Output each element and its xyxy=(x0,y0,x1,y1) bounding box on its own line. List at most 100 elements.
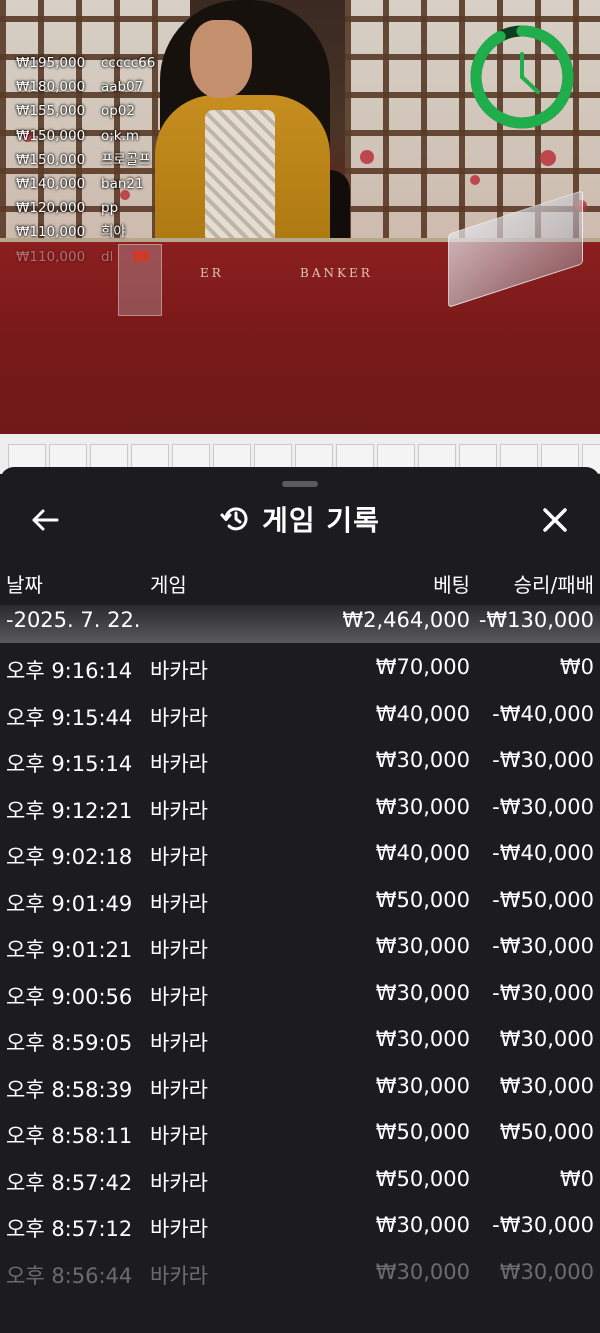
round-game: 바카라 xyxy=(150,1124,208,1148)
column-header-date: 날짜 xyxy=(6,573,43,597)
round-bet: ₩30,000 xyxy=(375,1073,470,1098)
round-time: 오후 9:00:56 xyxy=(6,984,133,1009)
round-bet: ₩30,000 xyxy=(375,794,470,819)
round-bet: ₩30,000 xyxy=(375,748,470,772)
history-clock-icon xyxy=(220,507,248,531)
winner-username: 프로골프 xyxy=(101,151,151,168)
round-result: ₩0 xyxy=(559,655,594,679)
round-bet: ₩50,000 xyxy=(375,1166,470,1191)
round-game: 바카라 xyxy=(150,891,208,916)
history-row[interactable]: 오후 9:01:21 바카라 ₩30,000 -₩30,000 xyxy=(0,924,600,971)
round-game: 바카라 xyxy=(150,1263,208,1288)
round-game: 바카라 xyxy=(150,798,208,823)
round-result: -₩30,000 xyxy=(492,794,594,819)
round-time: 오후 9:15:44 xyxy=(6,705,133,730)
winner-username: ccccc66 xyxy=(101,55,156,71)
round-bet: ₩30,000 xyxy=(375,1027,470,1051)
dealer-face xyxy=(190,20,252,98)
winner-row: ₩110,000 dl xyxy=(16,245,155,269)
winner-username: dl xyxy=(101,248,114,265)
sheet-header: 게임 기록 xyxy=(0,495,600,543)
history-row[interactable]: 오후 8:57:12 바카라 ₩30,000 -₩30,000 xyxy=(0,1203,600,1250)
date-summary-row[interactable]: -2025. 7. 22. ₩2,464,000 -₩130,000 xyxy=(0,605,600,643)
winner-row: ₩155,000 op02 xyxy=(16,99,155,123)
history-row[interactable]: 오후 8:58:39 바카라 ₩30,000 ₩30,000 xyxy=(0,1064,600,1111)
winners-list: ₩195,000 ccccc66 ₩180,000 aab07 ₩155,000 op02… xyxy=(16,51,155,269)
history-row[interactable]: 오후 9:00:56 바카라 ₩30,000 -₩30,000 xyxy=(0,971,600,1018)
close-button[interactable] xyxy=(536,501,574,539)
summary-bet-total: ₩2,464,000 xyxy=(342,608,470,632)
live-video[interactable]: ER BANKER ₩195,000 ccccc66 ₩180,000 aab07 ₩1… xyxy=(0,0,600,434)
blossom-decor xyxy=(360,150,374,164)
winner-amount: ₩150,000 xyxy=(16,127,86,144)
round-time: 오후 8:59:05 xyxy=(6,1031,133,1055)
winner-row: ₩195,000 ccccc66 xyxy=(16,51,155,75)
winner-username: aab07 xyxy=(101,79,144,96)
round-time: 오후 9:16:14 xyxy=(6,659,133,683)
round-bet: ₩30,000 xyxy=(375,1259,470,1284)
blossom-decor xyxy=(470,175,480,185)
sheet-drag-handle[interactable] xyxy=(282,481,318,487)
winner-amount: ₩140,000 xyxy=(16,175,86,192)
winner-username: pp xyxy=(101,200,119,217)
round-bet: ₩50,000 xyxy=(375,1120,470,1144)
winner-row: ₩180,000 aab07 xyxy=(16,75,155,99)
round-result: ₩30,000 xyxy=(499,1073,594,1098)
column-header-bet: 베팅 xyxy=(433,573,470,597)
history-row[interactable]: 오후 8:58:11 바카라 ₩50,000 ₩50,000 xyxy=(0,1110,600,1157)
blossom-decor xyxy=(540,150,556,166)
round-time: 오후 9:01:21 xyxy=(6,938,133,962)
round-time: 오후 8:57:12 xyxy=(6,1217,133,1241)
winner-row: ₩120,000 pp xyxy=(16,196,155,220)
winner-username: ban21 xyxy=(101,175,144,192)
column-header-result: 승리/패배 xyxy=(513,573,594,597)
history-row[interactable]: 오후 9:16:14 바카라 ₩70,000 ₩0 xyxy=(0,645,600,692)
history-list: 오후 9:16:14 바카라 ₩70,000 ₩0 오후 9:15:44 바카라 ₩40,0… xyxy=(0,645,600,1296)
winner-amount: ₩180,000 xyxy=(16,79,86,96)
dealer-vest xyxy=(205,110,275,250)
round-bet: ₩30,000 xyxy=(375,1213,470,1237)
winner-username: op02 xyxy=(101,103,136,120)
round-game: 바카라 xyxy=(150,1170,208,1195)
winner-row: ₩110,000 희야 xyxy=(16,220,155,244)
history-row[interactable]: 오후 8:59:05 바카라 ₩30,000 ₩30,000 xyxy=(0,1017,600,1064)
winner-username: 희야 xyxy=(101,224,126,241)
history-row[interactable]: 오후 9:01:49 바카라 ₩50,000 -₩50,000 xyxy=(0,878,600,925)
round-result: -₩50,000 xyxy=(492,887,594,912)
round-game: 바카라 xyxy=(150,752,208,776)
winner-amount: ₩120,000 xyxy=(16,200,86,217)
winner-amount: ₩155,000 xyxy=(16,103,86,120)
round-time: 오후 8:58:11 xyxy=(6,1124,133,1148)
summary-result-total: -₩130,000 xyxy=(478,608,594,632)
history-row[interactable]: 오후 9:15:14 바카라 ₩30,000 -₩30,000 xyxy=(0,738,600,785)
history-row[interactable]: 오후 8:57:42 바카라 ₩50,000 ₩0 xyxy=(0,1157,600,1204)
round-game: 바카라 xyxy=(150,705,208,730)
winner-row: ₩150,000 프로골프 xyxy=(16,148,155,172)
history-row[interactable]: 오후 9:12:21 바카라 ₩30,000 -₩30,000 xyxy=(0,785,600,832)
round-result: -₩40,000 xyxy=(492,841,594,865)
table-label-player: ER xyxy=(200,266,224,280)
round-result: -₩40,000 xyxy=(492,701,594,726)
round-result: ₩30,000 xyxy=(499,1027,594,1051)
round-game: 바카라 xyxy=(150,659,208,683)
summary-date: -2025. 7. 22. xyxy=(6,608,141,632)
history-row[interactable]: 오후 9:15:44 바카라 ₩40,000 -₩40,000 xyxy=(0,692,600,739)
winner-amount: ₩110,000 xyxy=(16,224,86,241)
round-game: 바카라 xyxy=(150,1217,208,1241)
game-history-sheet: 게임 기록 날짜 게임 베팅 승리/패배 -2025. 7. 22. ₩2,46… xyxy=(0,467,600,1333)
back-button[interactable] xyxy=(28,503,62,537)
winner-row: ₩140,000 ban21 xyxy=(16,172,155,196)
winner-amount: ₩195,000 xyxy=(16,55,86,71)
history-row[interactable]: 오후 8:56:44 바카라 ₩30,000 ₩30,000 xyxy=(0,1250,600,1297)
round-time: 오후 9:02:18 xyxy=(6,845,133,869)
round-game: 바카라 xyxy=(150,1031,208,1055)
round-game: 바카라 xyxy=(150,984,208,1009)
round-result: ₩50,000 xyxy=(499,1120,594,1144)
round-result: -₩30,000 xyxy=(492,980,594,1005)
round-time: 오후 8:58:39 xyxy=(6,1077,133,1102)
sheet-title: 게임 기록 xyxy=(262,504,380,537)
column-header-game: 게임 xyxy=(150,573,187,597)
round-time: 오후 8:57:42 xyxy=(6,1170,133,1195)
winner-row: ₩150,000 o;k.m xyxy=(16,124,155,148)
history-row[interactable]: 오후 9:02:18 바카라 ₩40,000 -₩40,000 xyxy=(0,831,600,878)
